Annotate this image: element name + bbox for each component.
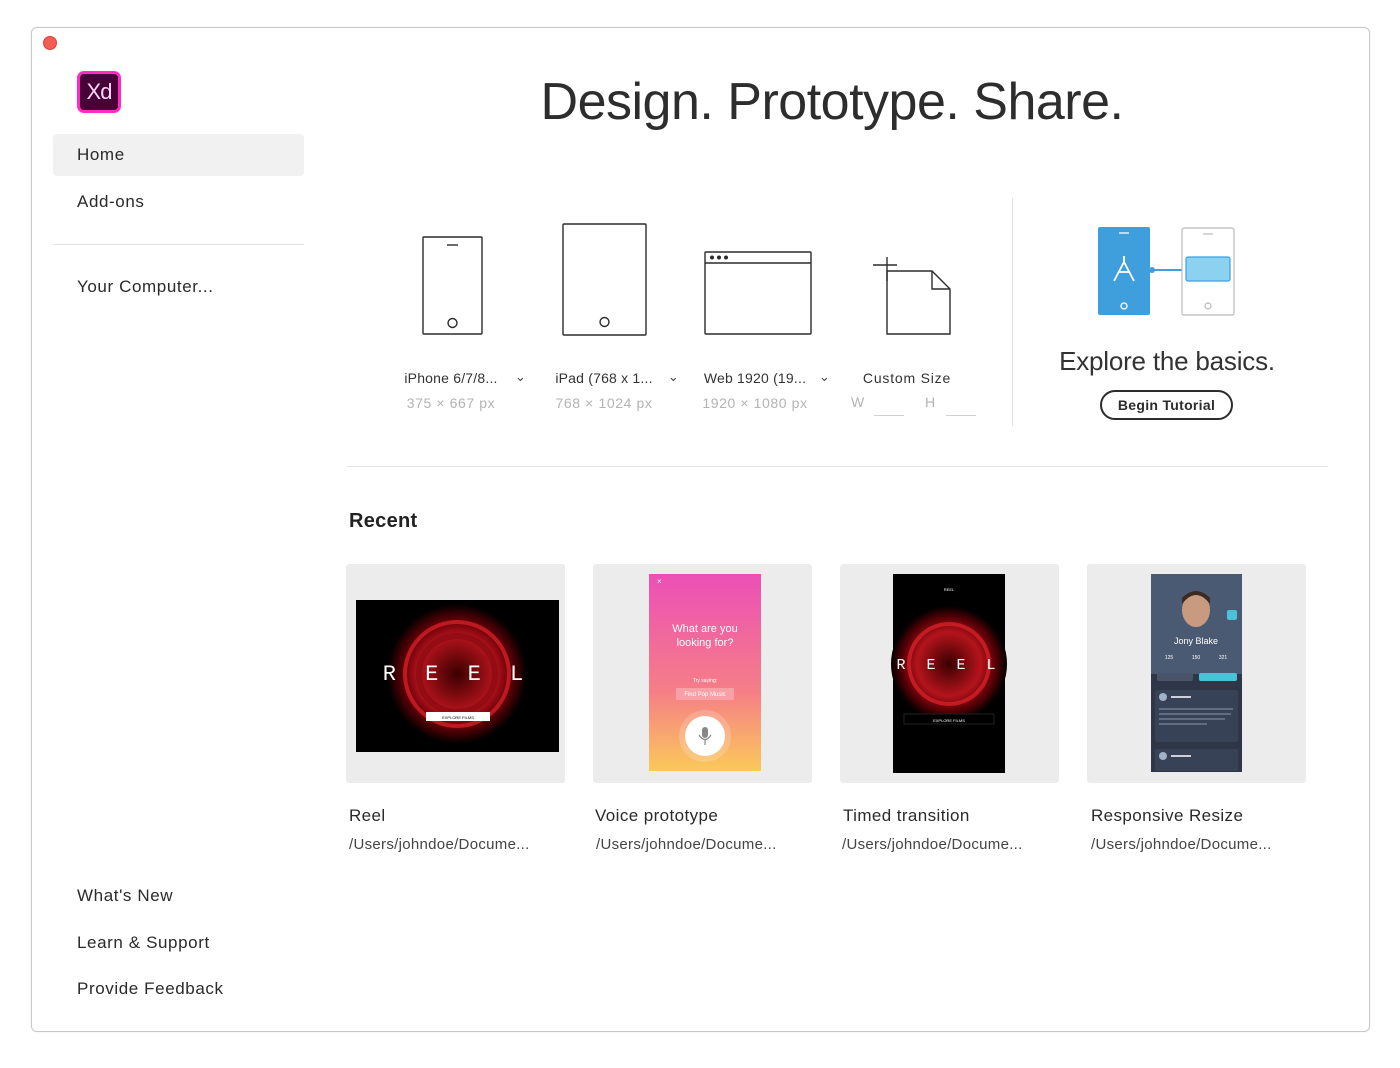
- logo-text: Xd: [86, 79, 113, 104]
- preset-web[interactable]: Web 1920 (19... ⌄ 1920 × 1080 px: [680, 218, 830, 428]
- preset-ipad-name: iPad (768 x 1...: [555, 370, 653, 386]
- chevron-down-icon[interactable]: ⌄: [819, 369, 830, 385]
- preset-web-name: Web 1920 (19...: [703, 370, 807, 386]
- recent-path-reel: /Users/johndoe/Docume...: [349, 836, 530, 853]
- preset-iphone[interactable]: iPhone 6/7/8... ⌄ 375 × 667 px: [376, 218, 526, 428]
- resize-thumb-name: Jony Blake: [1174, 636, 1218, 646]
- timed-thumb-header: REEL: [944, 587, 955, 592]
- sidebar-item-addons[interactable]: Add-ons: [53, 181, 304, 223]
- responsive-resize-thumbnail-image: Jony Blake 125 150 321: [1151, 574, 1242, 772]
- timed-transition-thumbnail-image: REEL R E E L EXPLORE FILMS: [891, 574, 1007, 773]
- sidebar-item-whats-new[interactable]: What's New: [53, 875, 304, 917]
- preset-ipad[interactable]: iPad (768 x 1... ⌄ 768 × 1024 px: [529, 218, 679, 428]
- reel-thumbnail-image: R E E L EXPLORE FILMS: [356, 600, 559, 752]
- chevron-down-icon[interactable]: ⌄: [668, 369, 679, 385]
- header-divider: [347, 466, 1328, 467]
- sidebar-item-learn-support[interactable]: Learn & Support: [53, 922, 304, 964]
- explore-basics-title: Explore the basics.: [1059, 346, 1275, 376]
- svg-text:321: 321: [1219, 655, 1228, 661]
- recent-thumb-voice-prototype[interactable]: × What are you looking for? Try saying: …: [593, 564, 812, 783]
- timed-thumb-button: EXPLORE FILMS: [933, 718, 965, 723]
- recent-path-responsive-resize: /Users/johndoe/Docume...: [1091, 836, 1272, 853]
- custom-size-icon: [873, 257, 951, 335]
- svg-text:150: 150: [1192, 655, 1201, 661]
- sidebar-item-home[interactable]: Home: [53, 134, 304, 176]
- sidebar-item-provide-feedback[interactable]: Provide Feedback: [53, 968, 304, 1010]
- recent-name-timed-transition[interactable]: Timed transition: [843, 806, 970, 826]
- height-label: H: [925, 394, 936, 410]
- recent-thumb-timed-transition[interactable]: REEL R E E L EXPLORE FILMS: [840, 564, 1059, 783]
- recent-name-voice-prototype[interactable]: Voice prototype: [595, 806, 718, 826]
- voice-thumb-line2: looking for?: [677, 637, 734, 649]
- preset-iphone-dims: 375 × 667 px: [406, 395, 496, 411]
- phone-icon: [422, 236, 483, 335]
- browser-icon: [704, 251, 812, 335]
- sidebar-item-your-computer[interactable]: Your Computer...: [53, 266, 304, 308]
- reel-thumb-button: EXPLORE FILMS: [442, 715, 474, 720]
- preset-ipad-dims: 768 × 1024 px: [555, 395, 653, 411]
- preset-custom-name: Custom Size: [862, 370, 952, 386]
- height-input[interactable]: [946, 415, 976, 416]
- voice-thumb-line1: What are you: [672, 623, 737, 635]
- chevron-down-icon[interactable]: ⌄: [515, 369, 526, 385]
- svg-text:125: 125: [1165, 655, 1174, 661]
- close-window-button[interactable]: [43, 36, 57, 50]
- sidebar-divider: [53, 244, 304, 245]
- recent-path-voice-prototype: /Users/johndoe/Docume...: [596, 836, 777, 853]
- xd-logo: Xd: [77, 71, 121, 113]
- tablet-icon: [562, 223, 647, 336]
- recent-thumb-responsive-resize[interactable]: Jony Blake 125 150 321: [1087, 564, 1306, 783]
- width-input[interactable]: [874, 415, 904, 416]
- section-divider: [1012, 198, 1013, 426]
- reel-thumb-title: R E E L: [383, 662, 531, 687]
- begin-tutorial-button[interactable]: Begin Tutorial: [1100, 390, 1233, 420]
- voice-thumb-chip: Find Pop Music: [684, 692, 725, 698]
- preset-web-dims: 1920 × 1080 px: [702, 395, 808, 411]
- page-title: Design. Prototype. Share.: [540, 73, 1124, 131]
- recent-heading: Recent: [349, 510, 418, 532]
- width-label: W: [851, 394, 865, 410]
- voice-thumb-sub: Try saying:: [693, 678, 717, 684]
- preset-custom[interactable]: Custom Size W H: [832, 218, 982, 428]
- tutorial-illustration-icon: [1098, 227, 1235, 316]
- recent-name-responsive-resize[interactable]: Responsive Resize: [1091, 806, 1243, 826]
- recent-thumb-reel[interactable]: R E E L EXPLORE FILMS: [346, 564, 565, 783]
- app-window: Xd Home Add-ons Your Computer... What's …: [31, 27, 1370, 1032]
- preset-iphone-name: iPhone 6/7/8...: [404, 370, 498, 386]
- voice-thumbnail-image: × What are you looking for? Try saying: …: [649, 574, 761, 771]
- timed-thumb-title: R E E L: [896, 657, 1001, 674]
- svg-text:×: ×: [657, 577, 662, 586]
- recent-path-timed-transition: /Users/johndoe/Docume...: [842, 836, 1023, 853]
- recent-name-reel[interactable]: Reel: [349, 806, 386, 826]
